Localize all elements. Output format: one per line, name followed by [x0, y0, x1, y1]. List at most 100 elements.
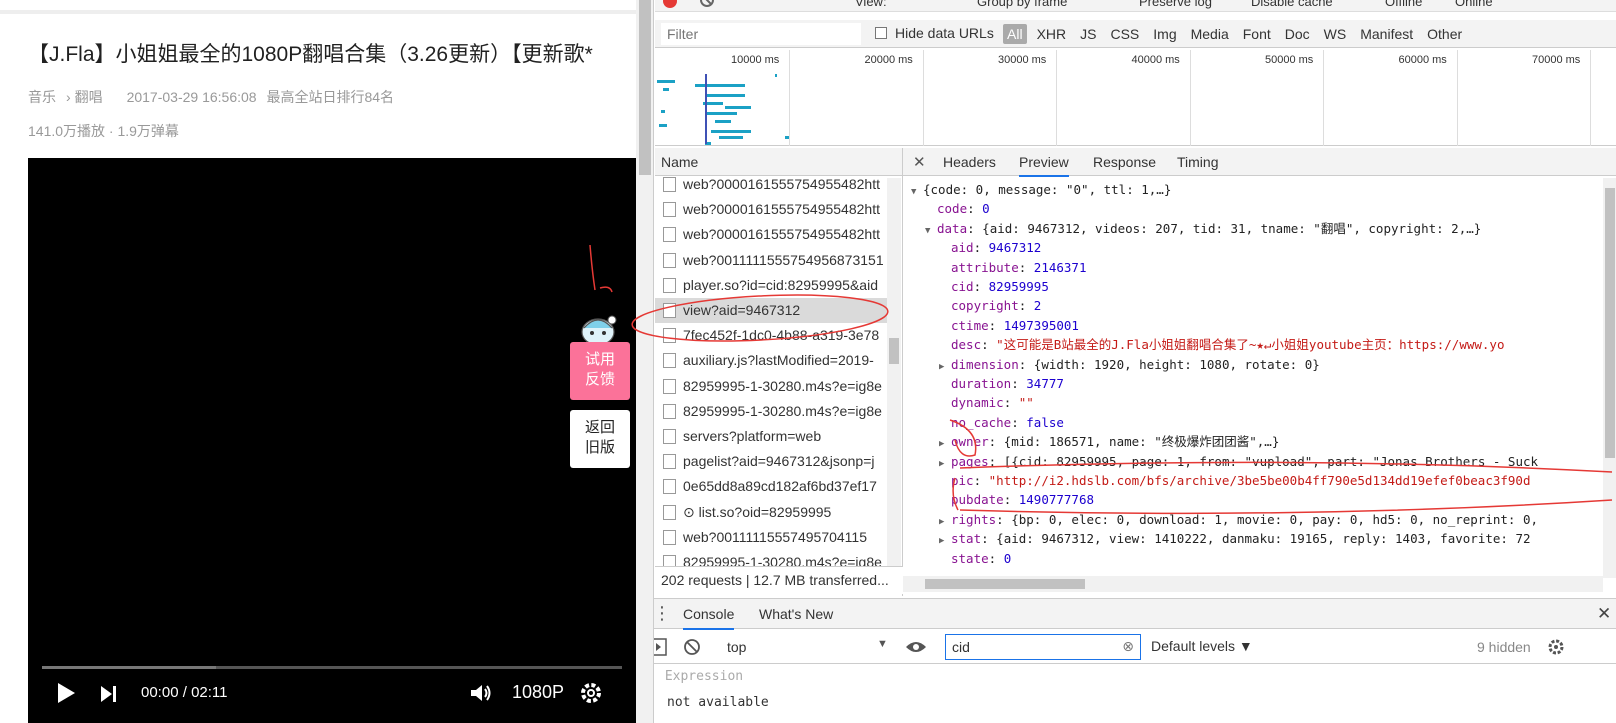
subcategory-link[interactable]: 翻唱 — [75, 89, 103, 105]
request-row[interactable]: view?aid=9467312 — [655, 298, 887, 323]
page-vertical-scrollbar[interactable] — [636, 0, 654, 723]
file-icon — [663, 454, 676, 470]
request-row[interactable]: web?0011111555754956873151 — [655, 248, 887, 273]
network-overview-timeline[interactable]: 10000 ms 20000 ms 30000 ms 40000 ms 50000 ms… — [655, 50, 1616, 146]
json-value: 1497395001 — [1003, 317, 1079, 333]
json-line[interactable]: ▶ rights: {bp: 0, elec: 0, download: 1, m… — [939, 510, 1538, 529]
json-line[interactable]: ▶ owner: {mid: 186571, name: "终极爆炸团团酱",…} — [939, 432, 1279, 451]
json-line[interactable]: ▼ {code: 0, message: "0", ttl: 1,…} — [911, 180, 1171, 199]
json-line[interactable]: ▶ stat: {aid: 9467312, view: 1410222, dan… — [939, 529, 1531, 548]
close-drawer-icon[interactable]: ✕ — [1597, 604, 1611, 624]
request-row[interactable]: player.so?id=cid:82959995&aid — [655, 273, 887, 298]
clear-console-icon[interactable] — [683, 638, 701, 656]
checkbox-icon — [875, 27, 887, 39]
volume-icon[interactable] — [470, 683, 492, 703]
type-filter-img[interactable]: Img — [1153, 26, 1176, 42]
scroll-thumb[interactable] — [889, 338, 899, 364]
next-icon[interactable] — [100, 685, 118, 703]
feedback-button[interactable]: 试用 反馈 — [570, 342, 630, 400]
preserve-log[interactable]: Preserve log — [1139, 0, 1212, 9]
scroll-thumb[interactable] — [639, 0, 651, 175]
drawer-tabs: ⋮ Console What's New ✕ — [637, 599, 1616, 630]
tab-response[interactable]: Response — [1093, 154, 1156, 170]
request-row[interactable]: web?00001615557549554​82htt — [655, 172, 887, 197]
type-filter-css[interactable]: CSS — [1110, 26, 1139, 42]
disable-cache[interactable]: Disable cache — [1251, 0, 1333, 9]
request-row[interactable]: 82959995-1-30280.m4s?e=ig8e — [655, 374, 887, 399]
close-details-icon[interactable]: ✕ — [913, 153, 926, 171]
expand-down-icon[interactable]: ▼ — [911, 183, 923, 202]
waterfall-bar — [725, 106, 751, 109]
back-to-old-button[interactable]: 返回 旧版 — [570, 410, 630, 468]
expand-down-icon[interactable]: ▼ — [925, 222, 937, 241]
tab-headers[interactable]: Headers — [943, 154, 996, 170]
throttle-select[interactable]: Online — [1455, 0, 1493, 9]
context-select[interactable]: top — [727, 639, 746, 655]
preview-vertical-scrollbar[interactable] — [1603, 178, 1616, 578]
clear-filter-icon[interactable]: ⊗ — [1122, 638, 1134, 655]
preview-horizontal-scrollbar[interactable] — [903, 576, 1603, 592]
request-row[interactable]: web?00001615557549554​82htt — [655, 222, 887, 247]
category-link[interactable]: 音乐 — [28, 89, 56, 105]
type-filter-ws[interactable]: WS — [1324, 26, 1347, 42]
request-row[interactable]: web?00001615557549554​82htt — [655, 197, 887, 222]
video-player[interactable]: 00:00 / 02:11 1080P — [28, 158, 636, 723]
dropdown-arrow-icon[interactable]: ▼ — [877, 638, 888, 650]
group-by-frame[interactable]: Group by frame — [977, 0, 1067, 9]
request-row[interactable]: 82959995-1-30280.m4s?e=ig8e — [655, 399, 887, 424]
waterfall-bar — [715, 120, 731, 123]
json-line[interactable]: ▼ data: {aid: 9467312, videos: 207, tid: … — [925, 219, 1481, 238]
file-icon — [663, 252, 676, 268]
live-expression[interactable]: ✕Expression — [647, 669, 743, 684]
type-filter-other[interactable]: Other — [1427, 26, 1462, 42]
log-levels-select[interactable]: Default levels ▼ — [1151, 638, 1253, 654]
request-row[interactable]: web?0011111555749570411​5 — [655, 525, 887, 550]
more-menu-icon[interactable]: ⋮ — [653, 603, 671, 624]
tab-timing[interactable]: Timing — [1177, 154, 1219, 170]
scroll-thumb[interactable] — [925, 579, 1085, 589]
clear-icon[interactable] — [699, 0, 715, 8]
quality-button[interactable]: 1080P — [512, 682, 564, 703]
settings-gear-icon[interactable] — [579, 681, 603, 705]
type-filter-xhr[interactable]: XHR — [1037, 26, 1067, 42]
tab-preview[interactable]: Preview — [1019, 154, 1069, 177]
request-row[interactable]: ⊙ list.so?oid=82959995 — [655, 500, 887, 525]
type-filter-all[interactable]: All — [1003, 24, 1027, 44]
console-filter-input[interactable]: cid ⊗ — [945, 634, 1141, 660]
request-name: pagelist?aid=9467312&jsonp=j — [683, 453, 875, 470]
request-row[interactable]: servers?platform=web — [655, 424, 887, 449]
offline-checkbox[interactable]: Offline — [1385, 0, 1422, 9]
json-preview[interactable]: ▼ {code: 0, message: "0", ttl: 1,…} code: … — [903, 178, 1603, 568]
console-settings-gear-icon[interactable] — [1547, 638, 1565, 656]
json-colon: : — [996, 511, 1012, 527]
type-filter-manifest[interactable]: Manifest — [1360, 26, 1413, 42]
json-line[interactable]: ▶ dimension: {width: 1920, height: 1080, … — [939, 355, 1320, 374]
eye-icon[interactable] — [905, 640, 927, 654]
json-line: state: 0 — [939, 549, 1011, 568]
time-separator: / — [182, 684, 187, 701]
play-icon[interactable] — [56, 682, 76, 704]
request-row[interactable]: 7fec452f-1dc0-4b88-a319-3e78 — [655, 323, 887, 348]
json-line[interactable]: ▶ pages: [{cid: 82959995, page: 1, from: … — [939, 452, 1538, 471]
network-filter-input[interactable] — [661, 23, 861, 45]
type-filter-font[interactable]: Font — [1243, 26, 1271, 42]
timeline-tick-label: 50000 ms — [1265, 54, 1314, 66]
type-filter-js[interactable]: JS — [1080, 26, 1096, 42]
tab-whats-new[interactable]: What's New — [759, 606, 833, 622]
json-colon: : — [1011, 376, 1027, 391]
hide-data-urls-checkbox[interactable]: Hide data URLs — [875, 25, 994, 41]
progress-bar[interactable] — [42, 666, 622, 669]
request-row[interactable]: auxiliary.js?lastModified=2019- — [655, 348, 887, 373]
type-filter-media[interactable]: Media — [1191, 26, 1229, 42]
chevron-right-icon: › — [66, 89, 71, 105]
json-value: {code: 0, message: "0", ttl: 1,…} — [923, 182, 1172, 197]
type-filters: All XHR JS CSS Img Media Font Doc WS Manifest Othe… — [1003, 24, 1476, 44]
json-value: 0 — [982, 201, 990, 217]
type-filter-doc[interactable]: Doc — [1285, 26, 1310, 42]
request-row[interactable]: pagelist?aid=9467312&jsonp=j — [655, 449, 887, 474]
tab-console[interactable]: Console — [683, 606, 735, 630]
request-list-scrollbar[interactable] — [887, 178, 901, 568]
record-icon[interactable] — [661, 0, 679, 10]
request-row[interactable]: 0e65dd8a89cd182af6bd37ef17 — [655, 474, 887, 499]
scroll-thumb[interactable] — [1605, 188, 1615, 458]
